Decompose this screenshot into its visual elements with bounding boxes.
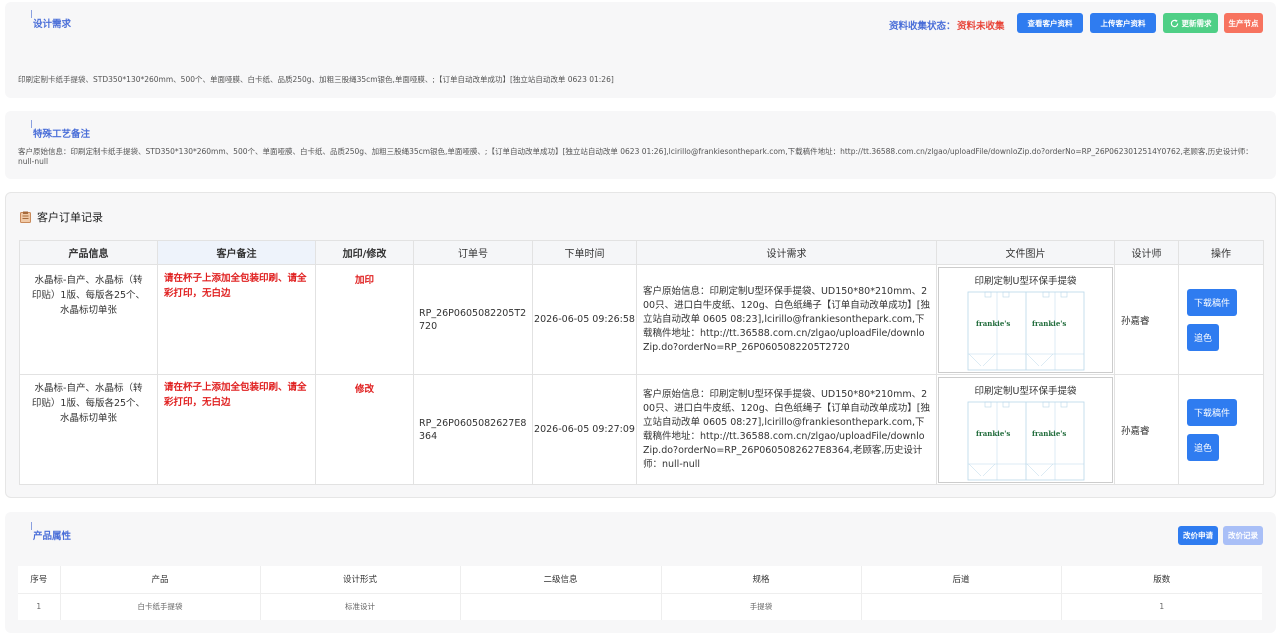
designer-name: 孙嘉睿 <box>1121 425 1150 437</box>
attr-header-plate-count: 版数 <box>1061 566 1262 594</box>
order-no: RP_26P0605082205T2720 <box>419 307 527 332</box>
header-product-info: 产品信息 <box>19 240 158 265</box>
price-change-request-button[interactable]: 改价申请 <box>1178 526 1218 545</box>
collection-status-label: 资料收集状态： <box>889 21 956 32</box>
bag-design-image[interactable] <box>967 288 1085 372</box>
orders-table: 产品信息 客户备注 加印/修改 订单号 下单时间 设计需求 文件图片 设计师 操… <box>19 240 1264 485</box>
order-no-cell: RP_26P0605082205T2720 <box>413 264 533 375</box>
header-order-no: 订单号 <box>413 240 533 265</box>
product-info-cell: 水晶标-自产、水晶标（转印贴）1版、每版各25个、水晶标切单张 <box>19 264 158 375</box>
bag-logo-left: frankie's <box>976 318 1011 328</box>
file-image-title: 印刷定制U型环保手提袋 <box>974 275 1077 287</box>
bag-design-image[interactable] <box>967 398 1085 482</box>
attr-post-process <box>861 593 1062 620</box>
product-info: 水晶标-自产、水晶标（转印贴）1版、每版各25个、水晶标切单张 <box>31 383 146 424</box>
reprint-modify-cell: 修改 <box>315 374 414 485</box>
orders-header-row: 产品信息 客户备注 加印/修改 订单号 下单时间 设计需求 文件图片 设计师 操… <box>19 240 1264 265</box>
design-req-text: 客户原始信息：印刷定制U型环保手提袋、UD150*80*210mm、200只、进… <box>643 285 930 353</box>
header-customer-remark: 客户备注 <box>157 240 316 265</box>
table-row: 1 白卡纸手提袋 标准设计 手提袋 1 <box>18 593 1262 620</box>
header-file-image: 文件图片 <box>936 240 1115 265</box>
design-requirement-card: 设计需求 资料收集状态： 资料未收集 查看客户资料 上传客户资料 更新需求 生产… <box>5 2 1276 98</box>
order-time-cell: 2026-06-05 09:26:58 <box>532 264 637 375</box>
attr-index: 1 <box>18 593 61 620</box>
attr-secondary-info <box>460 593 662 620</box>
header-designer: 设计师 <box>1114 240 1179 265</box>
actions-cell: 下载稿件 追色 <box>1178 374 1264 485</box>
design-req-cell: 客户原始信息：印刷定制U型环保手提袋、UD150*80*210mm、200只、进… <box>636 374 937 485</box>
header-reprint-modify: 加印/修改 <box>315 240 414 265</box>
design-requirement-text: 印刷定制卡纸手提袋、STD350*130*260mm、500个、单面哑膜、白卡纸… <box>18 75 614 84</box>
actions-cell: 下载稿件 追色 <box>1178 264 1264 375</box>
attr-product: 白卡纸手提袋 <box>60 593 261 620</box>
customer-remark-cell: 请在杯子上添加全包装印刷、请全彩打印，无白边 <box>157 264 316 375</box>
order-no: RP_26P0605082627E8364 <box>419 417 527 442</box>
product-attributes-title: 产品属性 <box>19 522 71 542</box>
color-match-button[interactable]: 追色 <box>1187 323 1219 351</box>
file-image-title: 印刷定制U型环保手提袋 <box>974 385 1077 397</box>
order-time: 2026-06-05 09:27:09 <box>534 424 635 435</box>
upload-customer-data-button[interactable]: 上传客户资料 <box>1090 13 1156 33</box>
header-design-req: 设计需求 <box>636 240 937 265</box>
table-row: 水晶标-自产、水晶标（转印贴）1版、每版各25个、水晶标切单张 请在杯子上添加全… <box>19 264 1264 375</box>
special-craft-card: 特殊工艺备注 客户原始信息：印刷定制卡纸手提袋、STD350*130*260mm… <box>5 111 1276 179</box>
customer-remark-cell: 请在杯子上添加全包装印刷、请全彩打印，无白边 <box>157 374 316 485</box>
file-image-cell: 印刷定制U型环保手提袋 frankie's frankie's <box>936 374 1115 485</box>
table-row: 水晶标-自产、水晶标（转印贴）1版、每版各25个、水晶标切单张 请在杯子上添加全… <box>19 374 1264 485</box>
customer-remark: 请在杯子上添加全包装印刷、请全彩打印，无白边 <box>164 273 307 299</box>
order-time-cell: 2026-06-05 09:27:09 <box>532 374 637 485</box>
update-requirement-button[interactable]: 更新需求 <box>1163 13 1218 33</box>
attr-header-product: 产品 <box>60 566 261 594</box>
download-draft-button[interactable]: 下载稿件 <box>1187 398 1237 426</box>
reprint-modify-tag: 修改 <box>354 384 374 395</box>
special-craft-title: 特殊工艺备注 <box>19 120 90 140</box>
customer-orders-title-text: 客户订单记录 <box>37 211 103 224</box>
special-craft-text: 客户原始信息：印刷定制卡纸手提袋、STD350*130*260mm、500个、单… <box>18 147 1253 166</box>
bag-logo-right: frankie's <box>1032 428 1067 438</box>
production-node-button[interactable]: 生产节点 <box>1224 13 1263 33</box>
attr-header-design-form: 设计形式 <box>260 566 461 594</box>
download-draft-button[interactable]: 下载稿件 <box>1187 288 1237 316</box>
design-requirement-title: 设计需求 <box>19 10 71 30</box>
designer-name: 孙嘉睿 <box>1121 315 1150 327</box>
designer-cell: 孙嘉睿 <box>1114 374 1179 485</box>
bag-logo-left: frankie's <box>976 428 1011 438</box>
clipboard-icon <box>20 211 31 223</box>
price-change-record-button[interactable]: 改价记录 <box>1223 526 1263 545</box>
customer-orders-card: 客户订单记录 产品信息 客户备注 加印/修改 订单号 下单时间 设计需求 文件图… <box>5 192 1276 498</box>
header-actions: 操作 <box>1178 240 1264 265</box>
header-order-time: 下单时间 <box>532 240 637 265</box>
attr-header-spec: 规格 <box>661 566 862 594</box>
bag-logo-right: frankie's <box>1032 318 1067 328</box>
design-req-text: 客户原始信息：印刷定制U型环保手提袋、UD150*80*210mm、200只、进… <box>643 388 930 470</box>
attr-header-index: 序号 <box>18 566 61 594</box>
product-info: 水晶标-自产、水晶标（转印贴）1版、每版各25个、水晶标切单张 <box>31 275 146 316</box>
attr-spec: 手提袋 <box>661 593 862 620</box>
attributes-header-row: 序号 产品 设计形式 二级信息 规格 后道 版数 <box>18 566 1262 594</box>
attr-header-post-process: 后道 <box>861 566 1062 594</box>
file-image-cell: 印刷定制U型环保手提袋 frankie's frankie's <box>936 264 1115 375</box>
view-customer-data-button[interactable]: 查看客户资料 <box>1017 13 1083 33</box>
customer-orders-title: 客户订单记录 <box>20 209 103 225</box>
reprint-modify-tag: 加印 <box>354 275 374 286</box>
product-attributes-card: 产品属性 改价申请 改价记录 序号 产品 设计形式 二级信息 规格 后道 版数 … <box>5 512 1276 633</box>
designer-cell: 孙嘉睿 <box>1114 264 1179 375</box>
product-attributes-table: 序号 产品 设计形式 二级信息 规格 后道 版数 1 白卡纸手提袋 标准设计 手… <box>18 566 1262 620</box>
customer-remark: 请在杯子上添加全包装印刷、请全彩打印，无白边 <box>164 382 307 408</box>
attr-design-form: 标准设计 <box>260 593 461 620</box>
color-match-button[interactable]: 追色 <box>1187 433 1219 461</box>
product-info-cell: 水晶标-自产、水晶标（转印贴）1版、每版各25个、水晶标切单张 <box>19 374 158 485</box>
design-req-cell: 客户原始信息：印刷定制U型环保手提袋、UD150*80*210mm、200只、进… <box>636 264 937 375</box>
reprint-modify-cell: 加印 <box>315 264 414 375</box>
collection-status-value: 资料未收集 <box>957 21 1005 32</box>
attr-plate-count: 1 <box>1159 602 1165 612</box>
update-requirement-label: 更新需求 <box>1181 18 1212 28</box>
order-time: 2026-06-05 09:26:58 <box>534 314 635 325</box>
attr-header-secondary-info: 二级信息 <box>460 566 662 594</box>
refresh-icon <box>1170 19 1178 27</box>
order-no-cell: RP_26P0605082627E8364 <box>413 374 533 485</box>
